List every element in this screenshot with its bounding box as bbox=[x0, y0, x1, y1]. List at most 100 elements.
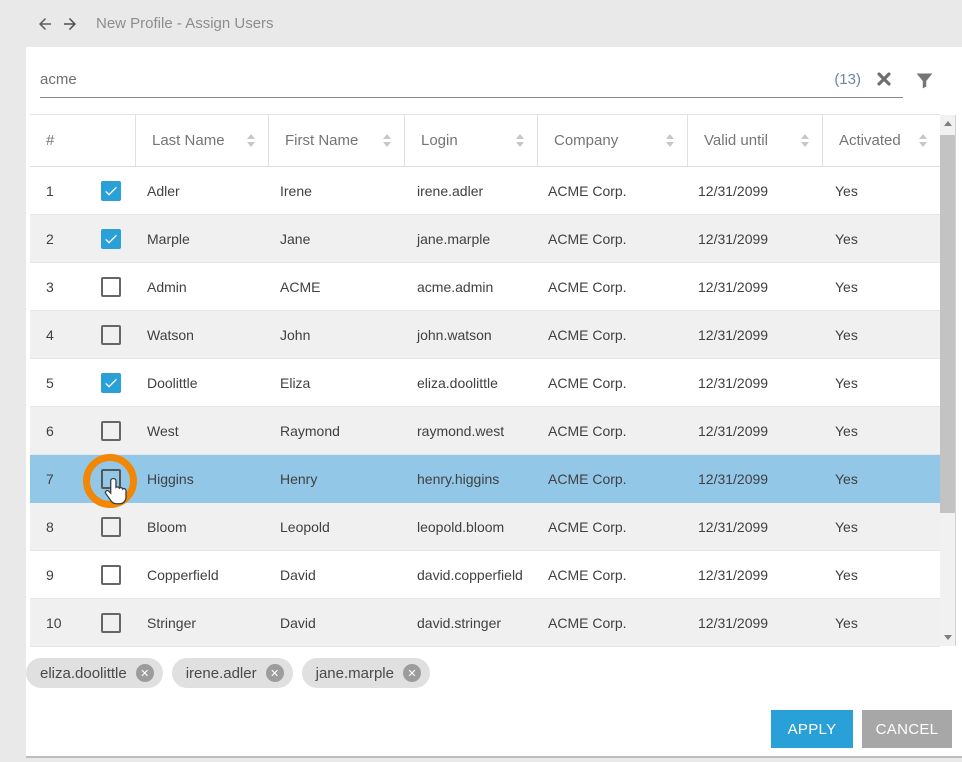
scrollbar-thumb[interactable] bbox=[940, 135, 955, 513]
tag-remove-icon[interactable]: ✕ bbox=[403, 664, 421, 682]
cell-valid: 12/31/2099 bbox=[688, 231, 823, 247]
tag-label: eliza.doolittle bbox=[40, 665, 127, 682]
cell-first-name: Eliza bbox=[269, 375, 405, 391]
row-checkbox[interactable] bbox=[101, 325, 121, 345]
filter-icon[interactable] bbox=[914, 70, 935, 91]
cell-last-name: Higgins bbox=[136, 471, 269, 487]
row-checkbox[interactable] bbox=[101, 469, 121, 489]
sort-icon[interactable] bbox=[801, 134, 809, 147]
column-header[interactable]: First Name bbox=[269, 115, 405, 166]
row-checkbox[interactable] bbox=[101, 613, 121, 633]
row-checkbox[interactable] bbox=[101, 565, 121, 585]
column-header[interactable]: Company bbox=[538, 115, 688, 166]
table-row[interactable]: 7 Higgins Henry henry.higgins ACME Corp.… bbox=[30, 455, 940, 503]
row-number: 1 bbox=[30, 183, 85, 199]
cell-valid: 12/31/2099 bbox=[688, 279, 823, 295]
table-row[interactable]: 6 West Raymond raymond.west ACME Corp. 1… bbox=[30, 407, 940, 455]
cell-activated: Yes bbox=[823, 471, 940, 487]
cell-company: ACME Corp. bbox=[538, 375, 688, 391]
sort-icon[interactable] bbox=[516, 134, 524, 147]
cell-company: ACME Corp. bbox=[538, 471, 688, 487]
row-checkbox[interactable] bbox=[101, 421, 121, 441]
cell-login: henry.higgins bbox=[405, 471, 538, 487]
tag-remove-icon[interactable]: ✕ bbox=[266, 664, 284, 682]
cell-activated: Yes bbox=[823, 375, 940, 391]
cell-last-name: Adler bbox=[136, 183, 269, 199]
cell-first-name: David bbox=[269, 567, 405, 583]
apply-button[interactable]: APPLY bbox=[771, 710, 853, 748]
cell-last-name: Marple bbox=[136, 231, 269, 247]
cell-company: ACME Corp. bbox=[538, 183, 688, 199]
cell-activated: Yes bbox=[823, 615, 940, 631]
cell-activated: Yes bbox=[823, 183, 940, 199]
cancel-button[interactable]: CANCEL bbox=[862, 710, 952, 748]
users-table: # Last Name First Name Login Company Val… bbox=[30, 114, 940, 647]
table-row[interactable]: 9 Copperfield David david.copperfield AC… bbox=[30, 551, 940, 599]
back-arrow-icon[interactable] bbox=[36, 15, 54, 33]
cell-first-name: ACME bbox=[269, 279, 405, 295]
vertical-scrollbar[interactable] bbox=[940, 115, 956, 646]
row-number: 2 bbox=[30, 231, 85, 247]
table-row[interactable]: 8 Bloom Leopold leopold.bloom ACME Corp.… bbox=[30, 503, 940, 551]
table-row[interactable]: 5 Doolittle Eliza eliza.doolittle ACME C… bbox=[30, 359, 940, 407]
user-tag: eliza.doolittle ✕ bbox=[26, 658, 163, 688]
sort-icon[interactable] bbox=[247, 134, 255, 147]
user-tag: jane.marple ✕ bbox=[302, 658, 430, 688]
row-checkbox[interactable] bbox=[101, 277, 121, 297]
cell-company: ACME Corp. bbox=[538, 231, 688, 247]
cell-first-name: Irene bbox=[269, 183, 405, 199]
row-number: 5 bbox=[30, 375, 85, 391]
cell-company: ACME Corp. bbox=[538, 327, 688, 343]
search-input[interactable]: acme bbox=[40, 71, 77, 88]
cell-valid: 12/31/2099 bbox=[688, 183, 823, 199]
column-header[interactable]: Login bbox=[405, 115, 538, 166]
row-number: 3 bbox=[30, 279, 85, 295]
scroll-up-icon[interactable] bbox=[940, 115, 955, 131]
table-row[interactable]: 2 Marple Jane jane.marple ACME Corp. 12/… bbox=[30, 215, 940, 263]
cell-activated: Yes bbox=[823, 519, 940, 535]
row-checkbox[interactable] bbox=[101, 229, 121, 249]
row-checkbox[interactable] bbox=[101, 517, 121, 537]
column-header[interactable]: Activated bbox=[823, 115, 940, 166]
row-checkbox[interactable] bbox=[101, 181, 121, 201]
search-field[interactable]: acme (13) bbox=[40, 61, 903, 98]
sort-icon[interactable] bbox=[666, 134, 674, 147]
table-row[interactable]: 10 Stringer David david.stringer ACME Co… bbox=[30, 599, 940, 647]
sort-icon[interactable] bbox=[383, 134, 391, 147]
dialog-title: New Profile - Assign Users bbox=[96, 15, 274, 32]
sort-icon[interactable] bbox=[919, 134, 927, 147]
cell-activated: Yes bbox=[823, 231, 940, 247]
row-checkbox[interactable] bbox=[101, 373, 121, 393]
sort-desc-icon bbox=[666, 142, 674, 147]
clear-search-icon[interactable] bbox=[874, 69, 894, 89]
column-header[interactable]: Last Name bbox=[136, 115, 269, 166]
sort-desc-icon bbox=[801, 142, 809, 147]
assign-users-dialog: acme (13) # Last Name First Name Login bbox=[26, 47, 962, 758]
cell-activated: Yes bbox=[823, 423, 940, 439]
forward-arrow-icon[interactable] bbox=[61, 15, 79, 33]
user-tag: irene.adler ✕ bbox=[172, 658, 293, 688]
cell-valid: 12/31/2099 bbox=[688, 375, 823, 391]
table-row[interactable]: 4 Watson John john.watson ACME Corp. 12/… bbox=[30, 311, 940, 359]
tag-remove-icon[interactable]: ✕ bbox=[136, 664, 154, 682]
sort-asc-icon bbox=[247, 134, 255, 139]
titlebar: New Profile - Assign Users bbox=[0, 0, 962, 47]
cell-first-name: Leopold bbox=[269, 519, 405, 535]
cell-first-name: Raymond bbox=[269, 423, 405, 439]
row-number: 7 bbox=[30, 471, 85, 487]
row-number: 8 bbox=[30, 519, 85, 535]
cell-last-name: Copperfield bbox=[136, 567, 269, 583]
table-header: # Last Name First Name Login Company Val… bbox=[30, 114, 940, 167]
cell-login: david.stringer bbox=[405, 615, 538, 631]
cell-company: ACME Corp. bbox=[538, 615, 688, 631]
column-header[interactable]: Valid until bbox=[688, 115, 823, 166]
scroll-down-icon[interactable] bbox=[940, 630, 955, 644]
table-row[interactable]: 1 Adler Irene irene.adler ACME Corp. 12/… bbox=[30, 167, 940, 215]
cell-valid: 12/31/2099 bbox=[688, 567, 823, 583]
table-row[interactable]: 3 Admin ACME acme.admin ACME Corp. 12/31… bbox=[30, 263, 940, 311]
column-header[interactable]: # bbox=[30, 115, 136, 166]
cell-valid: 12/31/2099 bbox=[688, 471, 823, 487]
sort-asc-icon bbox=[666, 134, 674, 139]
cell-valid: 12/31/2099 bbox=[688, 327, 823, 343]
row-number: 6 bbox=[30, 423, 85, 439]
